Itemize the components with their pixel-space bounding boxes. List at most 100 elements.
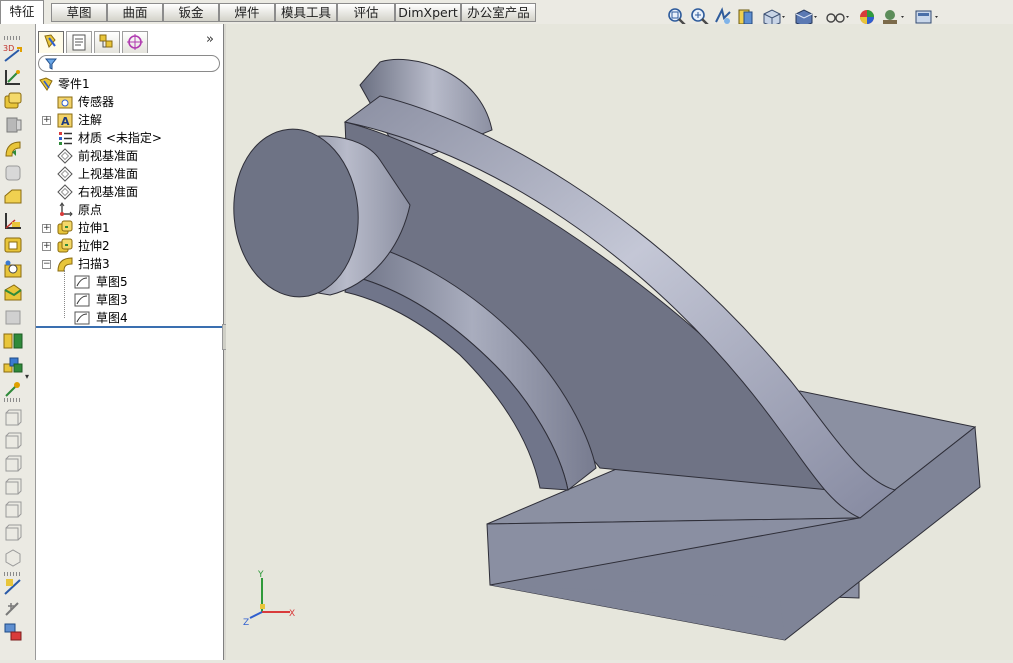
collapse-panel-button[interactable]: » [206, 32, 214, 47]
expand-toggle[interactable]: + [42, 116, 51, 125]
configurationmanager-icon [99, 34, 113, 48]
tree-item-sketch4[interactable]: 草图4 [36, 309, 224, 327]
tree-item-sensors[interactable]: 传感器 [36, 93, 224, 111]
feature-manager-tabs: » [36, 28, 224, 53]
sketch-icon [74, 311, 90, 325]
tree-item-top-plane[interactable]: 上视基准面 [36, 165, 224, 183]
hole-wizard-icon[interactable] [2, 258, 24, 280]
tab-sheet-metal[interactable]: 钣金 [163, 3, 219, 22]
tree-item-extrude1[interactable]: + 拉伸1 [36, 219, 224, 237]
filter-icon [45, 58, 57, 70]
tree-item-label: 扫描3 [78, 257, 110, 271]
part-icon [39, 77, 53, 91]
toolbar-grip[interactable] [4, 36, 20, 40]
featuremanager-tree-icon [44, 34, 56, 48]
propertymanager-icon [72, 34, 86, 51]
swept-boss-icon[interactable] [2, 138, 24, 160]
view-front-icon[interactable] [2, 408, 24, 430]
configurationmanager-tab[interactable] [94, 31, 120, 53]
tree-item-label: 草图4 [96, 311, 128, 325]
plane-icon [57, 166, 73, 182]
dimxpertmanager-tab[interactable] [122, 31, 148, 53]
tab-mold-tools[interactable]: 模具工具 [275, 3, 337, 22]
coordinate-triad: Y X Z [243, 570, 295, 628]
tab-office-products[interactable]: 办公室产品 [461, 3, 536, 22]
tab-weldments[interactable]: 焊件 [219, 3, 275, 22]
move-entities-icon[interactable] [2, 621, 24, 643]
tree-item-label: 草图3 [96, 293, 128, 307]
tree-item-label: 拉伸2 [78, 239, 110, 253]
tab-features[interactable]: 特征 [0, 0, 44, 24]
expand-toggle[interactable]: + [42, 224, 51, 233]
sketch-icon [74, 293, 90, 307]
fillet-icon[interactable] [2, 282, 24, 304]
curves-icon[interactable] [2, 378, 24, 400]
3d-sketch-icon[interactable]: 3D [2, 42, 24, 64]
view-left-icon[interactable] [2, 454, 24, 476]
reference-geometry-icon[interactable] [2, 210, 24, 232]
dimxpertmanager-icon [127, 34, 143, 50]
propertymanager-tab[interactable] [66, 31, 92, 53]
tree-item-label: 右视基准面 [78, 185, 139, 199]
chamfer-icon[interactable] [2, 306, 24, 328]
extrude-icon [57, 238, 73, 253]
view-top-icon[interactable] [2, 500, 24, 522]
rib-icon[interactable] [2, 330, 24, 352]
tree-item-sketch3[interactable]: 草图3 [36, 291, 224, 309]
triad-x-label: X [289, 609, 295, 619]
tree-item-label: 前视基准面 [78, 149, 139, 163]
rollback-bar[interactable] [36, 326, 224, 328]
tab-evaluate[interactable]: 评估 [337, 3, 395, 22]
sketch-tool-icon[interactable] [2, 576, 24, 598]
tree-item-label: 材质 <未指定> [78, 131, 162, 145]
linear-pattern-icon[interactable] [2, 354, 24, 376]
tree-item-annotations[interactable]: + A 注解 [36, 111, 224, 129]
extruded-cut-icon[interactable] [2, 234, 24, 256]
sketch-icon [74, 275, 90, 289]
tab-surfaces[interactable]: 曲面 [107, 3, 163, 22]
triad-y-label: Y [257, 570, 264, 580]
extruded-boss-icon[interactable] [2, 90, 24, 112]
tree-item-front-plane[interactable]: 前视基准面 [36, 147, 224, 165]
extrude-icon [57, 220, 73, 235]
tab-sketch[interactable]: 草图 [51, 3, 107, 22]
tree-item-right-plane[interactable]: 右视基准面 [36, 183, 224, 201]
featuremanager-tree-tab[interactable] [38, 31, 64, 53]
tree-item-label: 传感器 [78, 95, 115, 109]
lofted-boss-icon[interactable] [2, 162, 24, 184]
tree-item-label: 原点 [78, 203, 103, 217]
view-right-icon[interactable] [2, 477, 24, 499]
collapse-toggle[interactable]: − [42, 260, 51, 269]
revolved-boss-icon[interactable] [2, 114, 24, 136]
tree-item-label: 零件1 [58, 77, 90, 91]
tree-item-label: 草图5 [96, 275, 128, 289]
view-bottom-icon[interactable] [2, 523, 24, 545]
plane-icon [57, 184, 73, 200]
relation-icon[interactable] [2, 598, 24, 620]
sensor-folder-icon [57, 96, 73, 109]
tree-item-label: 注解 [78, 113, 103, 127]
tree-item-extrude2[interactable]: + 拉伸2 [36, 237, 224, 255]
plane-icon [57, 148, 73, 164]
tree-item-sketch5[interactable]: 草图5 [36, 273, 224, 291]
triad-z-label: Z [243, 618, 249, 628]
expand-toggle[interactable]: + [42, 242, 51, 251]
tree-item-material[interactable]: 材质 <未指定> [36, 129, 224, 147]
tree-item-label: 上视基准面 [78, 167, 139, 181]
material-icon [59, 132, 72, 145]
tree-item-origin[interactable]: 原点 [36, 201, 224, 219]
svg-text:A: A [61, 115, 70, 128]
graphics-area[interactable]: Y X Z [226, 24, 1013, 660]
chevron-down-icon[interactable]: ▾ [25, 372, 29, 381]
part-model[interactable]: Y X Z [226, 24, 1013, 660]
tree-item-label: 拉伸1 [78, 221, 110, 235]
tree-filter-input[interactable] [38, 55, 220, 72]
toolbar-grip[interactable] [4, 398, 20, 402]
boundary-boss-icon[interactable] [2, 186, 24, 208]
tab-dimxpert[interactable]: DimXpert [395, 3, 461, 22]
annotations-icon: A [57, 113, 73, 128]
smart-dimension-icon[interactable] [2, 66, 24, 88]
view-isometric-icon[interactable] [2, 546, 24, 568]
tree-item-part[interactable]: 零件1 [36, 75, 224, 93]
view-back-icon[interactable] [2, 431, 24, 453]
